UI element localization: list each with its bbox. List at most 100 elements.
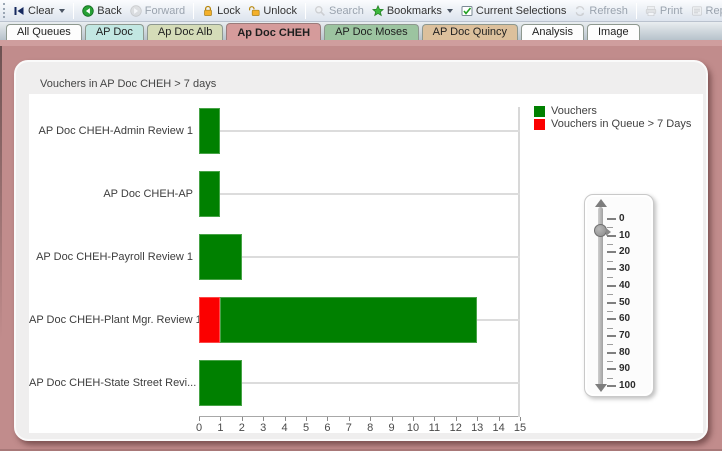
tab-ap-doc-quincy[interactable]: AP Doc Quincy: [422, 24, 518, 40]
skip-back-icon: [13, 5, 25, 17]
slider-major-tick: [607, 352, 616, 354]
toolbar-button-label: Bookmarks: [387, 5, 442, 17]
x-axis-tick: [220, 417, 221, 421]
legend-item: Vouchers in Queue > 7 Days: [534, 118, 691, 130]
x-axis-tick-label: 12: [446, 422, 466, 434]
toolbar-button-forward: Forward: [126, 3, 189, 19]
checkbox-icon: [461, 5, 473, 17]
toolbar-button-label: Clear: [28, 5, 54, 17]
toolbar-button-label: Unlock: [263, 5, 297, 17]
content-area: Vouchers in AP Doc CHEH > 7 days AP Doc …: [0, 46, 722, 451]
bar-segment-vouchers[interactable]: [199, 234, 242, 280]
slider-thumb[interactable]: [594, 224, 607, 237]
slider-minor-tick: [607, 311, 613, 312]
slider-minor-tick: [607, 277, 613, 278]
legend-swatch: [534, 106, 545, 117]
toolbar-separator: [305, 3, 306, 19]
toolbar-button-lock[interactable]: Lock: [198, 3, 244, 19]
category-label: AP Doc CHEH-Plant Mgr. Review 1: [29, 312, 193, 328]
slider-minor-tick: [607, 294, 613, 295]
x-axis-tick: [370, 417, 371, 421]
x-axis-tick-label: 5: [296, 422, 316, 434]
tab-image[interactable]: Image: [587, 24, 640, 40]
tab-analysis[interactable]: Analysis: [521, 24, 584, 40]
tab-all-queues[interactable]: All Queues: [6, 24, 82, 40]
slider-tick-label: 90: [619, 363, 630, 375]
tab-strip: All QueuesAP DocAp Doc AlbAp Doc CHEHAP …: [0, 22, 722, 40]
toolbar-button-label: Back: [97, 5, 121, 17]
category-label: AP Doc CHEH-State Street Revi...: [29, 375, 193, 391]
toolbar-button-unlock[interactable]: Unlock: [244, 3, 301, 19]
x-axis-tick-label: 11: [424, 422, 444, 434]
toolbar-separator: [73, 3, 74, 19]
slider-major-tick: [607, 335, 616, 337]
bar-segment-vouchers-in-queue-7-days[interactable]: [199, 297, 220, 343]
toolbar-button-label: Current Selections: [476, 5, 567, 17]
legend-label: Vouchers in Queue > 7 Days: [551, 118, 691, 130]
x-axis-tick-label: 7: [339, 422, 359, 434]
slider-tick-label: 70: [619, 330, 630, 342]
bar-segment-vouchers[interactable]: [199, 360, 242, 406]
star-icon: [372, 5, 384, 17]
x-axis-tick-label: 6: [317, 422, 337, 434]
toolbar-button-refresh: Refresh: [570, 3, 632, 19]
x-axis-tick-label: 10: [403, 422, 423, 434]
slider-major-tick: [607, 268, 616, 270]
category-label: AP Doc CHEH-Admin Review 1: [29, 123, 193, 139]
main-toolbar: Clear Back Forward Lock Unlock Search Bookmark…: [0, 0, 722, 22]
slider-minor-tick: [607, 328, 613, 329]
slider-major-tick: [607, 385, 616, 387]
slider-up-arrow[interactable]: [595, 199, 607, 207]
x-axis-tick: [499, 417, 500, 421]
x-axis-tick: [306, 417, 307, 421]
x-axis-tick: [263, 417, 264, 421]
chart-title: Vouchers in AP Doc CHEH > 7 days: [40, 78, 216, 90]
tab-ap-doc-moses[interactable]: AP Doc Moses: [324, 24, 419, 40]
chart-card: AP Doc CHEH-Admin Review 1AP Doc CHEH-AP…: [29, 94, 703, 433]
report-icon: [691, 5, 703, 17]
category-label: AP Doc CHEH-Payroll Review 1: [29, 249, 193, 265]
slider-tick-label: 50: [619, 297, 630, 309]
x-axis-tick: [349, 417, 350, 421]
bar-segment-vouchers[interactable]: [220, 297, 477, 343]
x-axis-tick-label: 2: [232, 422, 252, 434]
toolbar-button-bookmarks[interactable]: Bookmarks: [368, 3, 457, 19]
row-gridline: [199, 130, 520, 132]
tab-ap-doc[interactable]: AP Doc: [85, 24, 144, 40]
row-gridline: [199, 382, 520, 384]
forward-circle-icon: [130, 5, 142, 17]
toolbar-button-reports: Reports: [687, 3, 722, 19]
x-axis-tick-label: 15: [510, 422, 530, 434]
slider-down-arrow[interactable]: [595, 384, 607, 392]
x-axis-tick: [434, 417, 435, 421]
toolbar-button-label: Refresh: [589, 5, 628, 17]
toolbar-button-label: Lock: [217, 5, 240, 17]
tab-ap-doc-alb[interactable]: Ap Doc Alb: [147, 24, 223, 40]
slider-tick-label: 60: [619, 313, 630, 325]
x-axis-tick: [520, 417, 521, 421]
bar-segment-vouchers[interactable]: [199, 171, 220, 217]
x-axis-tick: [285, 417, 286, 421]
toolbar-button-search: Search: [310, 3, 368, 19]
application-window: Clear Back Forward Lock Unlock Search Bookmark…: [0, 0, 722, 451]
x-axis-tick-label: 3: [253, 422, 273, 434]
slider-major-tick: [607, 302, 616, 304]
slider-tick-label: 100: [619, 380, 636, 392]
slider-minor-tick: [607, 261, 613, 262]
slider-tick-label: 10: [619, 230, 630, 242]
slider-tick-label: 80: [619, 347, 630, 359]
bar-segment-vouchers[interactable]: [199, 108, 220, 154]
toolbar-separator: [193, 3, 194, 19]
slider-major-tick: [607, 218, 616, 220]
toolbar-button-back[interactable]: Back: [78, 3, 125, 19]
x-axis-tick-label: 1: [210, 422, 230, 434]
x-axis-tick: [477, 417, 478, 421]
slider-major-tick: [607, 368, 616, 370]
toolbar-button-clear[interactable]: Clear: [9, 3, 69, 19]
chevron-down-icon: [59, 9, 65, 13]
toolbar-grip[interactable]: [3, 3, 5, 18]
toolbar-button-current-selections[interactable]: Current Selections: [457, 3, 571, 19]
x-axis-tick: [413, 417, 414, 421]
x-axis-tick: [327, 417, 328, 421]
category-axis-labels: AP Doc CHEH-Admin Review 1AP Doc CHEH-AP…: [29, 107, 193, 417]
